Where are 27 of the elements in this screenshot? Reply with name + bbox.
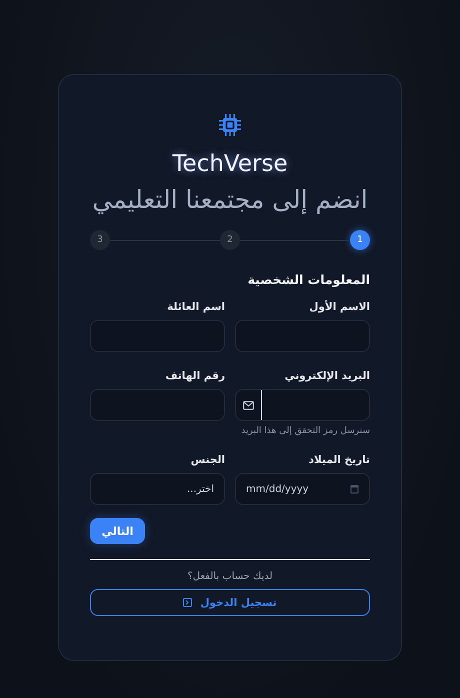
login-prompt: لديك حساب بالفعل؟ <box>187 571 273 582</box>
chip-icon <box>218 113 242 137</box>
field-hint: سنرسل رمز التحقق إلى هذا البريد <box>241 426 370 436</box>
field-label: البريد الإلكتروني <box>284 370 370 382</box>
section-title: المعلومات الشخصية <box>248 272 370 287</box>
input-field[interactable] <box>90 320 225 352</box>
page-heading: انضم إلى مجتمعنا التعليمي <box>92 185 368 214</box>
date-placeholder: mm/dd/yyyy <box>245 484 310 494</box>
field-label: اسم العائلة <box>167 301 225 313</box>
step-indicator: 2 <box>220 230 240 250</box>
field-label: الجنس <box>190 454 225 466</box>
step-indicator: 3 <box>90 230 110 250</box>
envelope-icon <box>243 400 254 410</box>
field-label: تاريخ الميلاد <box>308 454 370 466</box>
date-field[interactable]: mm/dd/yyyy <box>235 473 370 505</box>
calendar-icon <box>350 484 359 494</box>
input-field[interactable] <box>235 320 370 352</box>
gender-select[interactable]: اختر... <box>90 473 225 505</box>
step-indicator: 1 <box>350 230 370 250</box>
login-button[interactable]: تسجيل الدخول <box>90 589 370 616</box>
next-button[interactable]: التالي <box>90 518 145 544</box>
email-field[interactable] <box>235 389 370 421</box>
field-label: رقم الهاتف <box>165 370 225 382</box>
login-icon <box>183 598 192 607</box>
input-field[interactable] <box>90 389 225 421</box>
field-label: الاسم الأول <box>309 301 370 313</box>
brand-name: TechVerse <box>172 151 288 177</box>
